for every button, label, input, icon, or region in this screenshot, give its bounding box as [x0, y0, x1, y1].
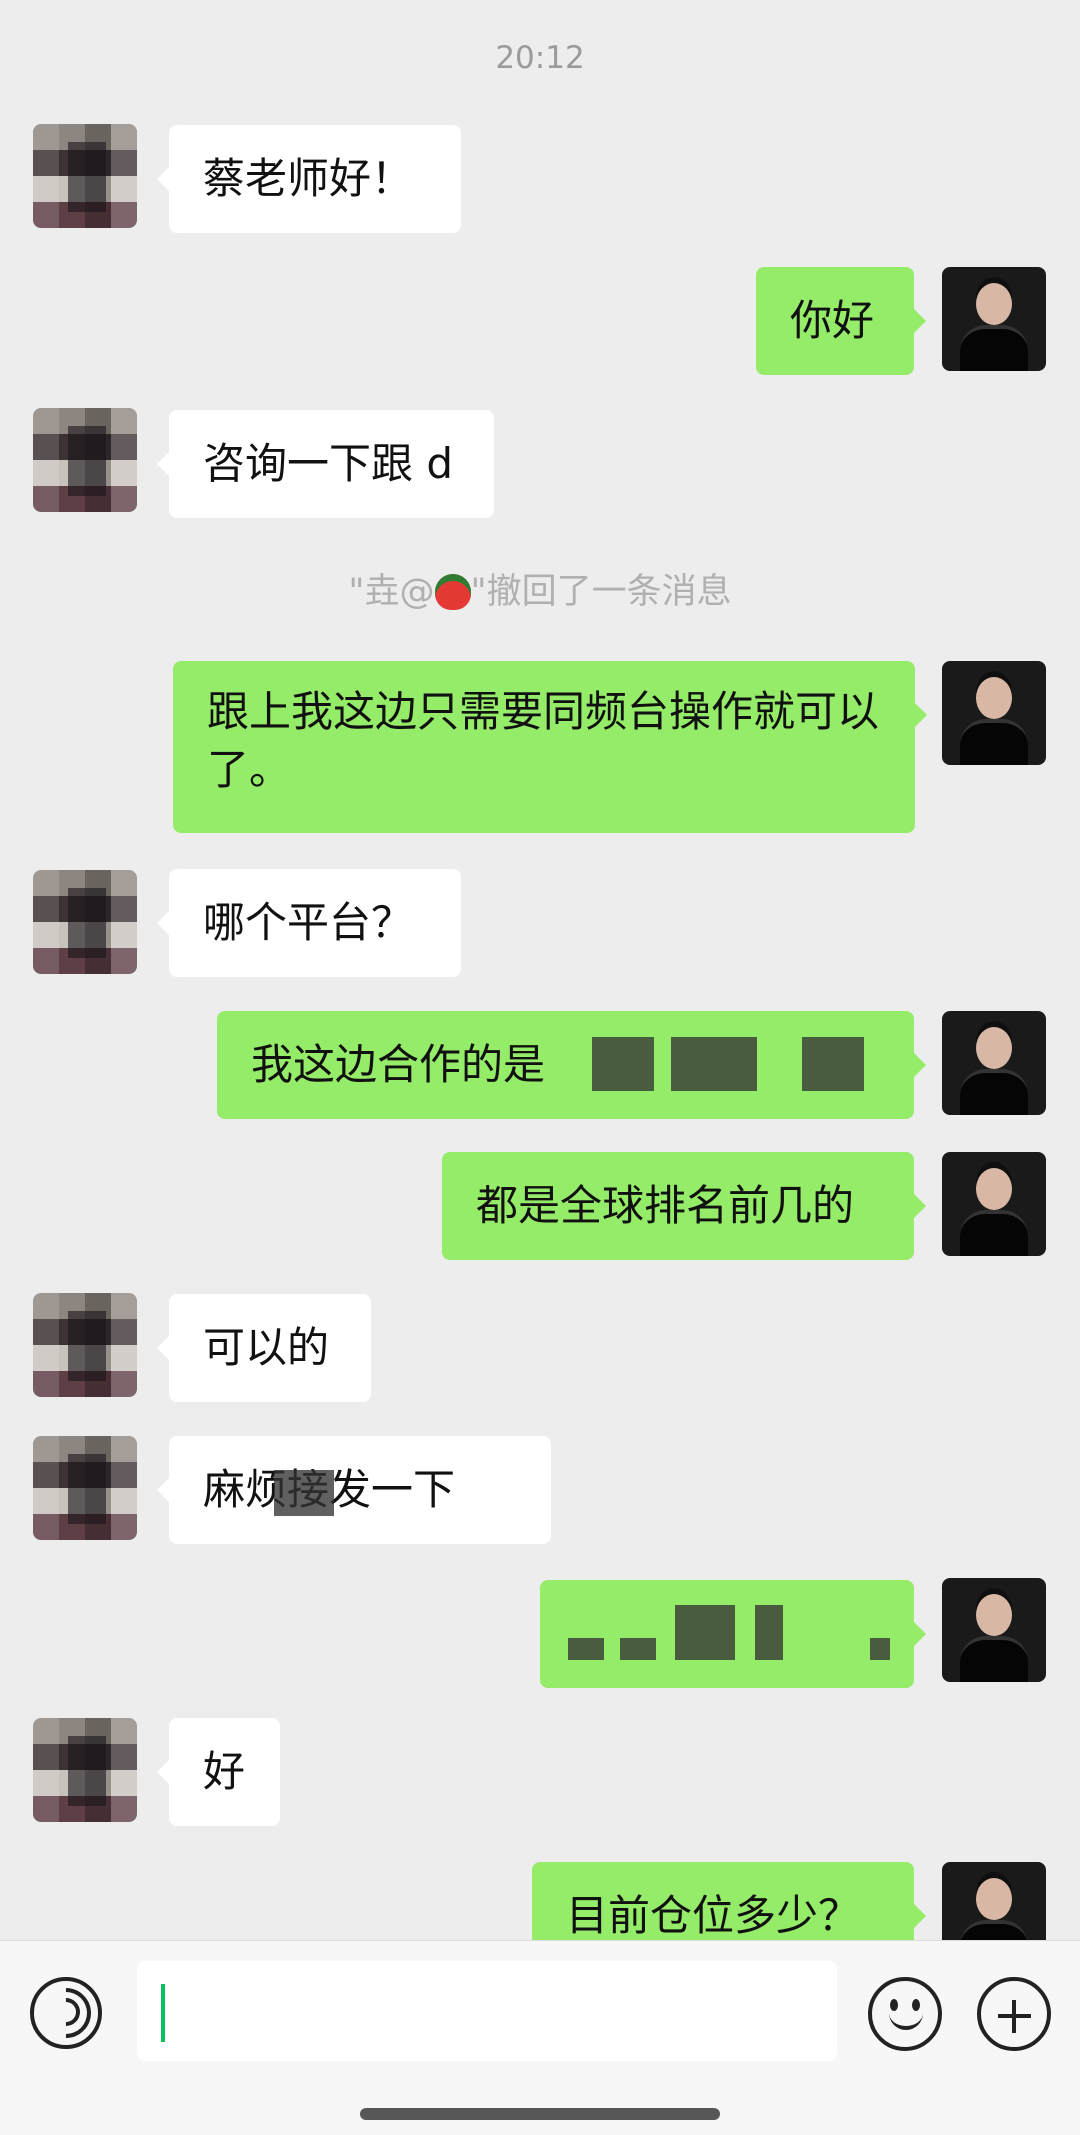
outgoing-message[interactable]: [540, 1580, 926, 1688]
my-avatar[interactable]: [942, 1578, 1046, 1682]
incoming-message[interactable]: 可以的: [157, 1294, 371, 1402]
message-timestamp: 20:12: [495, 40, 585, 76]
message-text: 哪个平台？: [203, 898, 414, 947]
incoming-message[interactable]: 麻烦 接发一下: [157, 1436, 551, 1544]
redacted-platform: [592, 1037, 654, 1091]
my-avatar[interactable]: [942, 1152, 1046, 1256]
strawberry-icon: [434, 574, 471, 610]
recall-notice: "垚@ "撤回了一条消息: [0, 563, 1080, 614]
outgoing-message[interactable]: 跟上我这边只需要同频台操作就可以了。: [173, 661, 927, 833]
incoming-message[interactable]: 哪个平台？: [157, 869, 461, 977]
my-avatar[interactable]: [942, 267, 1046, 371]
outgoing-message[interactable]: 都是全球排名前几的: [442, 1152, 926, 1260]
message-text: 我这边合作的是: [251, 1040, 546, 1089]
outgoing-message[interactable]: 你好: [756, 267, 926, 375]
contact-avatar[interactable]: [33, 408, 137, 512]
recall-notice-suffix: "撤回了一条消息: [470, 572, 732, 612]
message-text: 跟上我这边只需要同频台操作就可以了。: [207, 687, 880, 794]
message-text: 你好: [790, 296, 875, 345]
message-text: 可以的: [203, 1323, 330, 1372]
contact-avatar[interactable]: [33, 124, 137, 228]
redacted-platform: [802, 1037, 864, 1091]
emoji-icon[interactable]: [868, 1977, 942, 2051]
redacted-message: [755, 1605, 783, 1660]
message-input[interactable]: [137, 1961, 837, 2061]
home-indicator[interactable]: [360, 2108, 720, 2120]
redacted-message: [620, 1638, 656, 1660]
chat-input-bar: [0, 1940, 1080, 2135]
redacted-message: [675, 1605, 735, 1660]
voice-icon[interactable]: [30, 1977, 102, 2049]
incoming-message[interactable]: 蔡老师好！: [157, 125, 461, 233]
message-text: 目前仓位多少？: [566, 1891, 861, 1940]
contact-avatar[interactable]: [33, 870, 137, 974]
incoming-message[interactable]: 好: [157, 1718, 280, 1826]
redacted-word: [274, 1470, 334, 1516]
contact-avatar[interactable]: [33, 1718, 137, 1822]
message-text: 都是全球排名前几的: [476, 1181, 855, 1230]
contact-avatar[interactable]: [33, 1293, 137, 1397]
recall-notice-prefix: "垚@: [348, 572, 435, 612]
text-cursor: [161, 1984, 165, 2042]
contact-avatar[interactable]: [33, 1436, 137, 1540]
message-text: 好: [203, 1747, 246, 1796]
my-avatar[interactable]: [942, 661, 1046, 765]
redacted-platform: [671, 1037, 757, 1091]
redacted-message: [568, 1638, 604, 1660]
my-avatar[interactable]: [942, 1011, 1046, 1115]
message-text: 蔡老师好！: [203, 154, 414, 203]
message-text: 咨询一下跟 d: [203, 439, 454, 488]
incoming-message[interactable]: 咨询一下跟 d: [157, 410, 494, 518]
plus-icon[interactable]: [977, 1977, 1051, 2051]
redacted-message: [870, 1638, 890, 1660]
outgoing-message[interactable]: 我这边合作的是: [217, 1011, 926, 1119]
